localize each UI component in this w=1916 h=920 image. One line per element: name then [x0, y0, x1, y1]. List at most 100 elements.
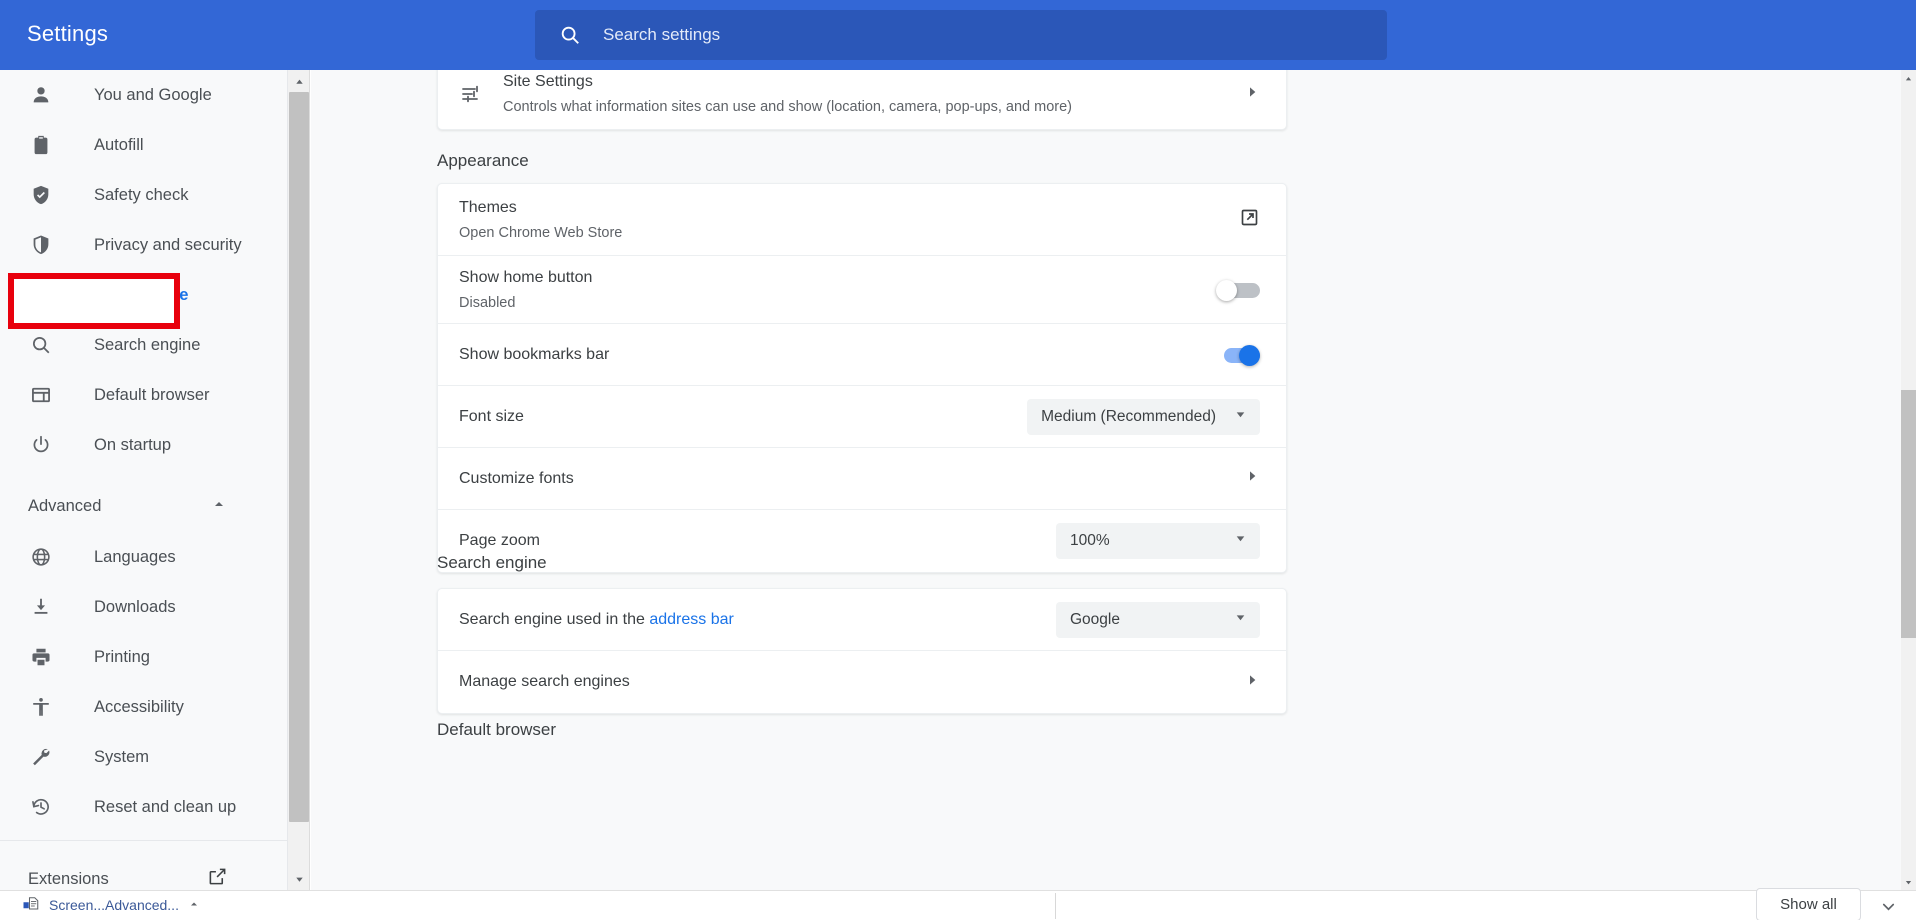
sidebar-advanced-toggle[interactable]: Advanced [0, 480, 287, 532]
sidebar-item-search-engine[interactable]: Search engine [0, 320, 287, 370]
main-scroll-up-arrow[interactable] [1901, 70, 1916, 86]
sidebar-item-you-and-google[interactable]: You and Google [0, 70, 287, 120]
manage-search-engines-texts: Manage search engines [459, 671, 1244, 693]
font-size-row[interactable]: Font size Medium (Recommended) [438, 386, 1286, 448]
search-engine-select[interactable]: Google [1056, 602, 1260, 638]
page-zoom-row[interactable]: Page zoom 100% [438, 510, 1286, 572]
sidebar-item-extensions[interactable]: Extensions [0, 853, 287, 890]
appearance-highlight-fill [14, 279, 174, 323]
sidebar-advanced-label: Advanced [28, 497, 101, 516]
shield-icon [28, 232, 54, 258]
chevron-up-icon [211, 496, 227, 517]
sidebar-scrollbar[interactable] [288, 70, 310, 890]
chevron-down-icon[interactable] [1879, 897, 1898, 920]
external-link-icon [208, 867, 227, 890]
search-input[interactable] [603, 20, 1303, 50]
address-bar-link[interactable]: address bar [649, 611, 734, 628]
show-home-button-texts: Show home button Disabled [459, 267, 1216, 313]
customize-fonts-title: Customize fonts [459, 468, 1244, 490]
site-settings-texts: Site Settings Controls what information … [503, 71, 1244, 117]
chevron-right-icon [1244, 672, 1260, 693]
sidebar-item-label: Reset and clean up [94, 798, 236, 817]
sidebar-item-autofill[interactable]: Autofill [0, 120, 287, 170]
sidebar-scroll-down-arrow[interactable] [288, 868, 310, 890]
sidebar-item-label: Search engine [94, 336, 200, 355]
sidebar-item-default-browser[interactable]: Default browser [0, 370, 287, 420]
person-icon [28, 82, 54, 108]
settings-header-bar: Settings [0, 0, 1916, 70]
chevron-down-icon [1234, 532, 1247, 550]
font-size-select[interactable]: Medium (Recommended) [1027, 399, 1260, 435]
themes-title: Themes [459, 197, 1239, 219]
sidebar-scroll-up-arrow[interactable] [288, 70, 310, 92]
page-zoom-texts: Page zoom [459, 530, 1056, 552]
settings-sidebar: You and Google Autofill Safety check Pri… [0, 70, 288, 890]
chevron-up-icon[interactable] [188, 897, 200, 913]
sliders-icon [459, 82, 503, 106]
page-title: Settings [27, 21, 108, 47]
history-restore-icon [28, 794, 54, 820]
search-settings-container[interactable] [535, 10, 1387, 60]
font-size-texts: Font size [459, 406, 1027, 428]
sidebar-item-printing[interactable]: Printing [0, 632, 287, 682]
document-icon [22, 894, 40, 915]
show-home-button-subtitle: Disabled [459, 293, 1216, 313]
themes-row[interactable]: Themes Open Chrome Web Store [438, 184, 1286, 256]
printer-icon [28, 644, 54, 670]
show-home-button-toggle[interactable] [1216, 280, 1260, 300]
taskbar-download-item[interactable]: Screen...Advanced... [22, 894, 200, 915]
clipboard-icon [28, 132, 54, 158]
sidebar-item-system[interactable]: System [0, 732, 287, 782]
sidebar-item-languages[interactable]: Languages [0, 532, 287, 582]
themes-texts: Themes Open Chrome Web Store [459, 197, 1239, 243]
page-zoom-value: 100% [1070, 532, 1110, 550]
sidebar-item-on-startup[interactable]: On startup [0, 420, 287, 470]
search-engine-value: Google [1070, 611, 1120, 629]
site-settings-card: Site Settings Controls what information … [437, 70, 1287, 130]
page-zoom-select[interactable]: 100% [1056, 523, 1260, 559]
show-bookmarks-bar-row[interactable]: Show bookmarks bar [438, 324, 1286, 386]
show-all-button[interactable]: Show all [1756, 888, 1861, 920]
taskbar-item-label: Screen...Advanced... [49, 897, 179, 913]
show-home-button-row[interactable]: Show home button Disabled [438, 256, 1286, 324]
main-scrollbar[interactable] [1901, 70, 1916, 890]
sidebar-item-label: On startup [94, 436, 171, 455]
sidebar-item-accessibility[interactable]: Accessibility [0, 682, 287, 732]
toggle-knob [1216, 280, 1237, 301]
sidebar-item-label: Accessibility [94, 698, 184, 717]
main-scroll-down-arrow[interactable] [1901, 874, 1916, 890]
sidebar-item-label: Default browser [94, 386, 210, 405]
power-icon [28, 432, 54, 458]
search-engine-address-bar-title: Search engine used in the address bar [459, 609, 1056, 631]
wrench-icon [28, 744, 54, 770]
search-engine-address-bar-row[interactable]: Search engine used in the address bar Go… [438, 589, 1286, 651]
themes-subtitle: Open Chrome Web Store [459, 223, 1239, 243]
sidebar-item-safety-check[interactable]: Safety check [0, 170, 287, 220]
search-icon [28, 332, 54, 358]
sidebar-item-reset-and-clean-up[interactable]: Reset and clean up [0, 782, 287, 832]
manage-search-engines-title: Manage search engines [459, 671, 1244, 693]
customize-fonts-row[interactable]: Customize fonts [438, 448, 1286, 510]
settings-main-panel: Site Settings Controls what information … [311, 70, 1901, 890]
sidebar-item-label: Languages [94, 548, 176, 567]
sidebar-divider [0, 840, 287, 841]
appearance-section-title: Appearance [437, 151, 529, 171]
show-bookmarks-bar-toggle[interactable] [1216, 345, 1260, 365]
show-bookmarks-bar-texts: Show bookmarks bar [459, 344, 1216, 366]
chevron-down-icon [1234, 611, 1247, 629]
site-settings-title: Site Settings [503, 71, 1244, 93]
show-bookmarks-bar-title: Show bookmarks bar [459, 344, 1216, 366]
show-home-button-title: Show home button [459, 267, 1216, 289]
main-scroll-thumb[interactable] [1901, 390, 1916, 638]
site-settings-row[interactable]: Site Settings Controls what information … [438, 70, 1286, 129]
page-zoom-title: Page zoom [459, 530, 1056, 552]
search-engine-title-prefix: Search engine used in the [459, 611, 649, 628]
external-link-icon[interactable] [1239, 207, 1260, 233]
browser-window-icon [28, 382, 54, 408]
taskbar-divider [1055, 893, 1056, 919]
search-engine-address-bar-texts: Search engine used in the address bar [459, 609, 1056, 631]
sidebar-item-privacy-and-security[interactable]: Privacy and security [0, 220, 287, 270]
manage-search-engines-row[interactable]: Manage search engines [438, 651, 1286, 713]
sidebar-item-downloads[interactable]: Downloads [0, 582, 287, 632]
sidebar-scroll-thumb[interactable] [289, 92, 309, 822]
